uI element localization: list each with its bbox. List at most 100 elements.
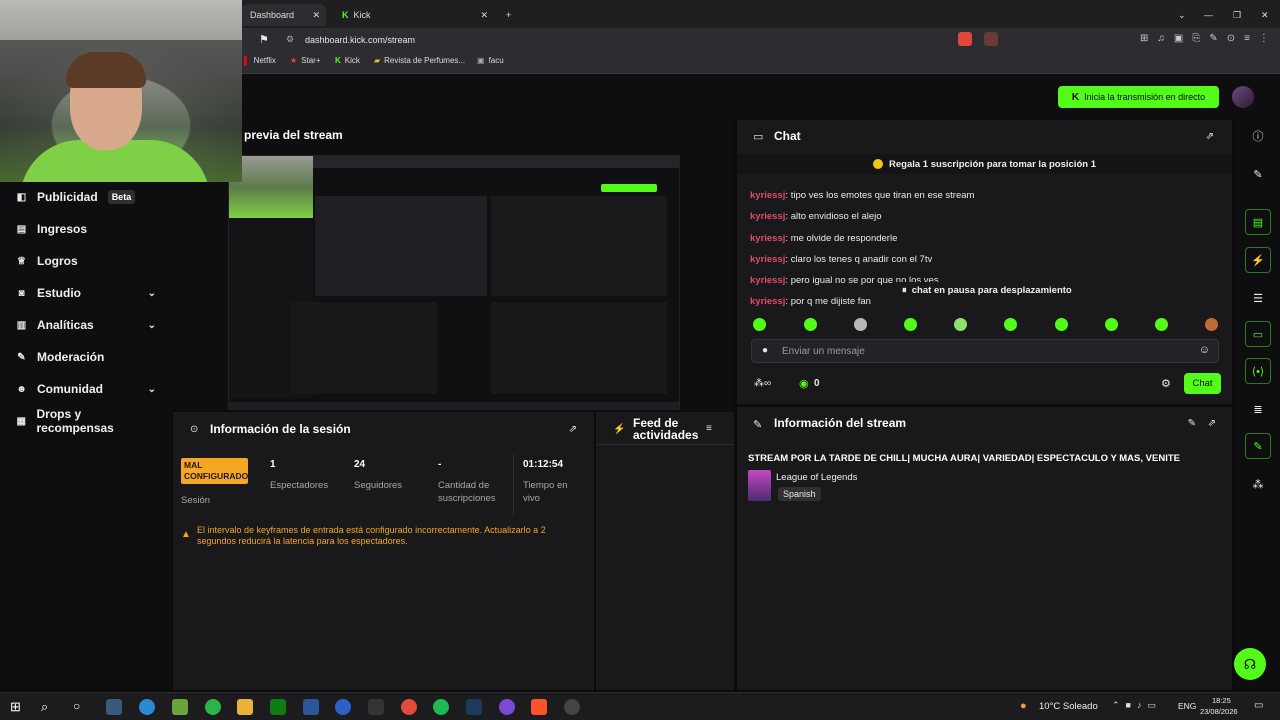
bookmark-icon[interactable]: ⚑ [259,33,269,46]
preview-nested-preview [315,196,487,296]
sidebar-item-drops[interactable]: ▦ Drops y recompensas [16,407,156,435]
emote-icon[interactable] [753,318,766,331]
tab-label: Dashboard [250,10,295,20]
sidebar-item-logros[interactable]: ♕ Logros [16,251,156,271]
notification-icon[interactable]: ▭ [1254,700,1263,711]
app-icon[interactable] [205,699,221,715]
emote-icon[interactable] [954,318,967,331]
chevron-down-icon: ⌄ [147,287,156,299]
word-icon[interactable] [303,699,319,715]
search-icon[interactable]: ⌕ [41,699,57,715]
app-icon[interactable] [172,699,188,715]
emote-icon[interactable] [1105,318,1118,331]
obs-icon[interactable] [564,699,580,715]
tab-dashboard[interactable]: Dashboard ✕ [242,4,326,26]
url-field[interactable]: dashboard.kick.com/stream [305,35,415,45]
new-tab-button[interactable]: + [498,4,519,26]
brave-icon[interactable] [531,699,547,715]
bookmark-netflix[interactable]: ▌ Netflix [244,56,276,65]
pause-icon: ⏸ [902,284,907,296]
game-icon[interactable] [106,699,122,715]
tray-icons[interactable]: ⌃■♪▭ [1112,700,1162,711]
bookmark-revista[interactable]: ▰ Revista de Perfumes... [374,56,465,65]
minimize-icon[interactable]: — [1196,4,1221,26]
pinned-gift-banner[interactable]: Regala 1 suscripción para tomar la posic… [737,154,1232,174]
close-icon[interactable]: ✕ [312,10,320,21]
category-thumbnail[interactable] [748,470,771,501]
info-icon[interactable]: ⓘ [1245,123,1271,149]
chat-message: kyriessj: alto envidioso el alejo [750,211,882,222]
edit-icon[interactable]: ✎ [1188,418,1196,429]
gear-icon[interactable]: ⚙ [1161,377,1171,390]
steam-icon[interactable] [466,699,482,715]
bookmark-starplus[interactable]: ★ Star+ [290,56,321,65]
close-icon[interactable]: ✕ [480,10,488,21]
app-icon[interactable] [499,699,515,715]
emote-icon[interactable] [854,318,867,331]
clock-date[interactable]: 23/08/2026 [1200,707,1238,716]
emote-icon[interactable] [1055,318,1068,331]
emote-icon[interactable] [904,318,917,331]
bookmark-facu[interactable]: ▣ facu [477,56,504,65]
divider [513,454,514,516]
cortana-icon[interactable]: ○ [73,699,89,715]
site-info-icon[interactable]: ⚙ [286,34,294,45]
chat-icon[interactable]: ▭ [1245,321,1271,347]
status-label: Sesión [181,495,211,506]
emote-icon[interactable] [1004,318,1017,331]
app-icon[interactable] [335,699,351,715]
epic-icon[interactable] [368,699,384,715]
sidebar-item-comunidad[interactable]: ☻ Comunidad ⌄ [16,379,156,399]
windows-start-icon[interactable]: ⊞ [10,699,26,715]
weather-text[interactable]: 10°C Soleado [1039,701,1098,712]
folder-icon[interactable] [237,699,253,715]
go-live-button[interactable]: K Inicia la transmisión en directo [1058,86,1219,108]
chat-paused-notice[interactable]: ⏸ chat en pausa para desplazamiento [894,282,1080,298]
maximize-icon[interactable]: ❐ [1225,4,1249,26]
xbox-icon[interactable] [270,699,286,715]
clock-time[interactable]: 18:25 [1212,696,1231,705]
popout-icon[interactable]: ⇗ [569,424,577,435]
rewards-icon[interactable] [984,32,998,46]
pencil-icon[interactable]: ✎ [1245,161,1271,187]
bookmark-kick[interactable]: K Kick [335,56,360,65]
category-name[interactable]: League of Legends [776,472,857,483]
kick-coin-icon: ◉ [799,378,809,390]
emoji-icon[interactable]: ☺ [1199,344,1210,356]
wrench-icon[interactable]: ✎ [1245,433,1271,459]
stream-preview-video[interactable] [228,155,680,410]
sidebar-item-analiticas[interactable]: ▥ Analíticas ⌄ [16,315,156,335]
bolt-icon[interactable]: ⚡ [1245,247,1271,273]
brave-shield-icon[interactable] [958,32,972,46]
emote-icon[interactable] [1155,318,1168,331]
sidebar-item-ingresos[interactable]: ▤ Ingresos [16,219,156,239]
avatar[interactable] [1232,86,1254,108]
share-icon[interactable]: ⁂ [1245,471,1271,497]
page-icon: ▣ [477,56,485,65]
edge-icon[interactable] [139,699,155,715]
popout-icon[interactable]: ⇗ [1208,418,1216,429]
popout-icon[interactable]: ⇗ [1206,131,1214,142]
input-language[interactable]: ENG [1178,701,1196,711]
toolbar-icons[interactable]: ⊞♫▣⎘✎⊙≡⋮ [1140,33,1278,44]
tab-list-icon[interactable]: ⌄ [1170,4,1194,26]
close-window-icon[interactable]: ✕ [1253,4,1277,26]
sidebar-item-publicidad[interactable]: ◧ Publicidad Beta [16,187,156,207]
infinity-icon[interactable]: ⁂∞ [754,378,771,389]
chat-send-button[interactable]: Chat [1184,373,1221,394]
support-button[interactable]: ☊ [1234,648,1266,680]
tab-kick[interactable]: K Kick ✕ [334,4,494,26]
stack-icon[interactable]: ≣ [1245,396,1271,422]
spotify-icon[interactable] [433,699,449,715]
layout-icon[interactable]: ▤ [1245,209,1271,235]
emote-icon[interactable] [804,318,817,331]
sidebar-item-moderacion[interactable]: ✎ Moderación [16,347,156,367]
chat-input[interactable]: ● Enviar un mensaje ☺ [751,339,1219,363]
chrome-icon[interactable] [401,699,417,715]
list-icon[interactable]: ☰ [1245,285,1271,311]
emote-icon[interactable] [1205,318,1218,331]
followers-label: Seguidores [354,480,403,491]
broadcast-icon[interactable]: ⟨•⟩ [1245,358,1271,384]
filter-icon[interactable]: ≡ [706,423,712,434]
sidebar-item-estudio[interactable]: ◙ Estudio ⌄ [16,283,156,303]
